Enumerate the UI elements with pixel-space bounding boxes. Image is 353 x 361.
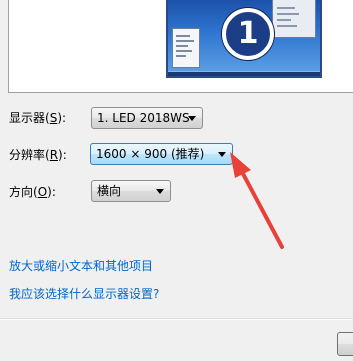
resolution-select-value: 1600 × 900 (推荐) [96,147,205,161]
preview-window-right [272,0,316,38]
dropdown-arrow-icon [218,152,226,157]
monitor-number-badge: 1 [222,8,274,60]
text-size-link[interactable]: 放大或缩小文本和其他项目 [9,257,153,275]
dropdown-arrow-icon [156,189,164,194]
display-label: 显示器(S): [9,111,67,125]
monitor-preview[interactable]: 1 [166,0,322,78]
resolution-label: 分辨率(R): [9,148,67,162]
red-arrow-head [230,152,251,178]
orientation-select-value: 横向 [97,184,122,198]
preview-window-left [172,28,200,68]
resolution-select[interactable]: 1600 × 900 (推荐) [90,143,233,165]
orientation-select[interactable]: 横向 [91,180,171,202]
preview-taskbar [168,71,320,76]
red-arrow-shaft [239,168,284,249]
display-select[interactable]: 1. LED 2018WS [91,107,203,129]
which-settings-link[interactable]: 我应该选择什么显示器设置? [9,285,159,303]
footer-divider [0,318,353,319]
display-settings-window: 1 显示器(S): 1. LED 2018WS 分辨率(R): 1600 × 9… [0,0,353,361]
ok-button[interactable] [337,332,353,356]
dropdown-arrow-icon [188,116,196,121]
display-select-value: 1. LED 2018WS [97,111,190,125]
orientation-label: 方向(O): [9,185,56,199]
